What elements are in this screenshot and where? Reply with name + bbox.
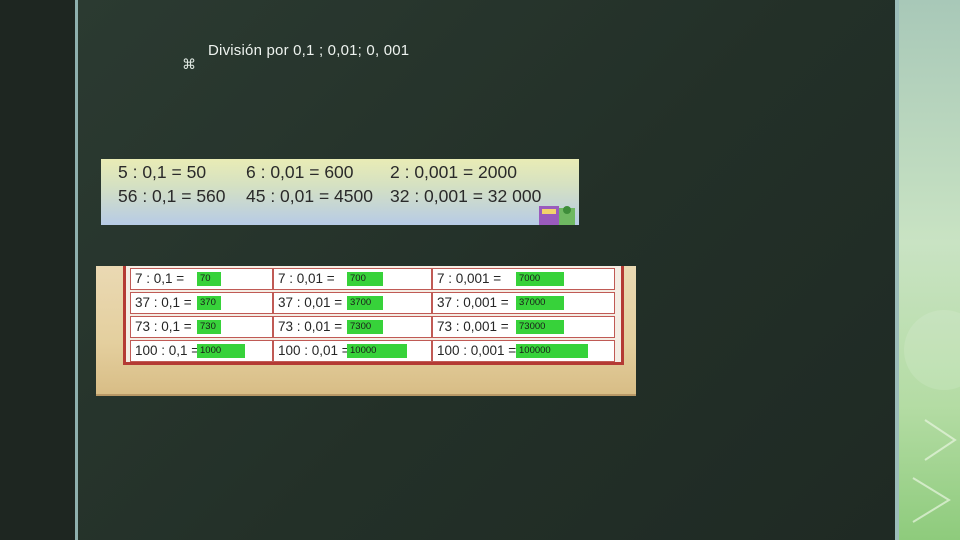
- exercise-cell: 100 : 0,01 = 10000: [273, 340, 432, 362]
- exercise-cell: 37 : 0,001 = 37000: [432, 292, 615, 314]
- exercise-answer: 7000: [516, 272, 564, 286]
- exercise-answer: 73000: [516, 320, 564, 334]
- exercise-expression: 37 : 0,1 =: [135, 295, 192, 310]
- exercise-cell: 37 : 0,01 = 3700: [273, 292, 432, 314]
- exercise-answer: 730: [197, 320, 221, 334]
- examples-box: 5 : 0,1 = 50 6 : 0,01 = 600 2 : 0,001 = …: [101, 159, 579, 225]
- exercise-cell: 73 : 0,01 = 7300: [273, 316, 432, 338]
- right-decorative-band: [899, 0, 960, 540]
- exercise-expression: 37 : 0,001 =: [437, 295, 509, 310]
- examples-row: 56 : 0,1 = 560 45 : 0,01 = 4500 32 : 0,0…: [101, 186, 579, 210]
- exercise-expression: 37 : 0,01 =: [278, 295, 343, 310]
- exercise-cell: 37 : 0,1 = 370: [130, 292, 273, 314]
- example-equation: 5 : 0,1 = 50: [118, 162, 207, 182]
- exercise-expression: 100 : 0,01 =: [278, 343, 350, 358]
- exercise-answer: 37000: [516, 296, 564, 310]
- exercise-cell: 100 : 0,1 = 1000: [130, 340, 273, 362]
- exercise-expression: 100 : 0,1 =: [135, 343, 200, 358]
- example-equation: 2 : 0,001 = 2000: [390, 162, 517, 182]
- exercise-expression: 73 : 0,001 =: [437, 319, 509, 334]
- exercise-expression: 73 : 0,01 =: [278, 319, 343, 334]
- exercise-expression: 73 : 0,1 =: [135, 319, 192, 334]
- example-equation: 32 : 0,001 = 32 000: [390, 186, 542, 206]
- slide-title: División por 0,1 ; 0,01; 0, 001: [208, 42, 410, 59]
- book-character-icon: [539, 206, 575, 225]
- exercise-answer: 70: [197, 272, 221, 286]
- exercise-cell: 100 : 0,001 = 100000: [432, 340, 615, 362]
- exercise-answer: 10000: [347, 344, 407, 358]
- exercise-cell: 7 : 0,001 = 7000: [432, 268, 615, 290]
- exercise-expression: 100 : 0,001 =: [437, 343, 517, 358]
- left-dark-panel: [0, 0, 77, 540]
- command-bullet-icon: ⌘: [182, 56, 196, 72]
- example-equation: 45 : 0,01 = 4500: [246, 186, 373, 206]
- example-equation: 6 : 0,01 = 600: [246, 162, 354, 182]
- examples-row: 5 : 0,1 = 50 6 : 0,01 = 600 2 : 0,001 = …: [101, 162, 579, 186]
- exercise-answer: 3700: [347, 296, 383, 310]
- exercise-answer: 700: [347, 272, 383, 286]
- exercise-cell: 7 : 0,1 = 70: [130, 268, 273, 290]
- exercise-answer: 7300: [347, 320, 383, 334]
- exercise-answer: 370: [197, 296, 221, 310]
- exercise-answer: 1000: [197, 344, 245, 358]
- example-equation: 56 : 0,1 = 560: [118, 186, 226, 206]
- exercise-expression: 7 : 0,1 =: [135, 271, 185, 286]
- chevron-decoration-icon: [904, 310, 960, 523]
- exercise-cell: 73 : 0,001 = 73000: [432, 316, 615, 338]
- exercise-cell: 7 : 0,01 = 700: [273, 268, 432, 290]
- exercise-answer: 100000: [516, 344, 588, 358]
- exercise-cell: 73 : 0,1 = 730: [130, 316, 273, 338]
- exercise-expression: 7 : 0,01 =: [278, 271, 335, 286]
- exercise-expression: 7 : 0,001 =: [437, 271, 502, 286]
